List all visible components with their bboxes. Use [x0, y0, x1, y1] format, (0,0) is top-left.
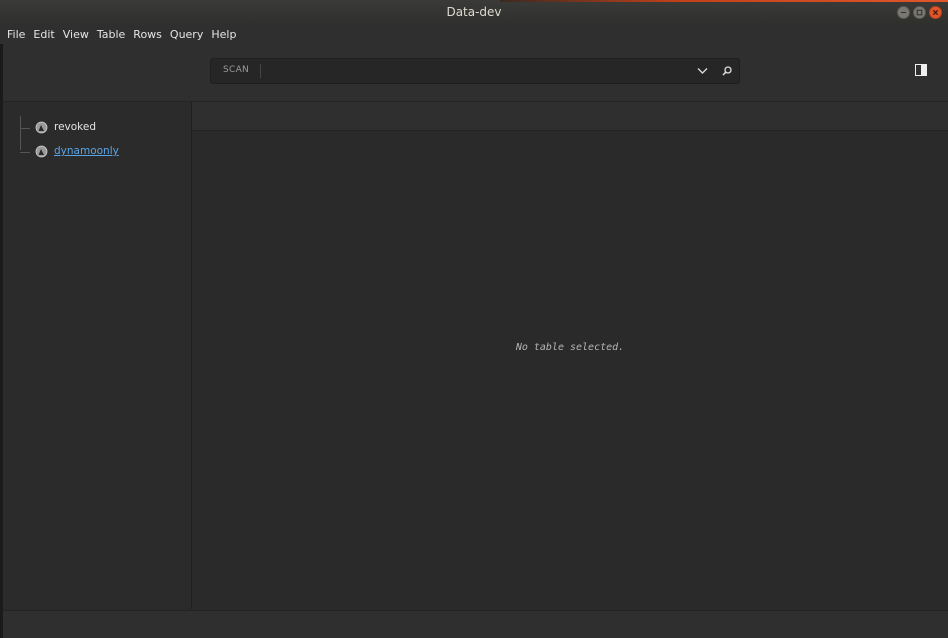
- tree-branch: [20, 128, 30, 129]
- empty-state-message: No table selected.: [515, 342, 625, 353]
- window-controls: [897, 6, 942, 19]
- menu-file[interactable]: File: [0, 28, 29, 41]
- menu-rows[interactable]: Rows: [129, 28, 166, 41]
- database-sidebar: revoked dynamoonly: [3, 102, 192, 609]
- database-icon: [35, 121, 48, 134]
- tree-branch: [20, 152, 30, 153]
- status-bar: [3, 610, 948, 638]
- tree-item-revoked[interactable]: revoked: [20, 120, 190, 136]
- window-title: Data-dev: [446, 5, 502, 19]
- table-header-area: [192, 102, 948, 131]
- panel-toggle-icon[interactable]: [915, 64, 927, 76]
- app-window: Data-dev File Edit View Table Rows Query…: [0, 0, 948, 638]
- menu-query[interactable]: Query: [166, 28, 207, 41]
- title-bar: Data-dev: [0, 0, 948, 26]
- query-mode-label[interactable]: SCAN: [223, 65, 249, 75]
- menu-view[interactable]: View: [59, 28, 93, 41]
- desktop-background-edge: [500, 0, 948, 2]
- tree-item-dynamoonly[interactable]: dynamoonly: [20, 144, 190, 160]
- main-content: No table selected.: [192, 131, 948, 609]
- minimize-button[interactable]: [897, 6, 910, 19]
- close-button[interactable]: [929, 6, 942, 19]
- menu-bar: File Edit View Table Rows Query Help: [0, 25, 948, 44]
- database-icon: [35, 145, 48, 158]
- chevron-down-icon[interactable]: [696, 65, 709, 77]
- menu-table[interactable]: Table: [93, 28, 129, 41]
- query-bar-divider: [260, 64, 261, 78]
- menu-help[interactable]: Help: [207, 28, 240, 41]
- menu-edit[interactable]: Edit: [29, 28, 58, 41]
- tree-item-label[interactable]: dynamoonly: [54, 145, 119, 157]
- search-icon[interactable]: [721, 65, 733, 77]
- tree-item-label[interactable]: revoked: [54, 121, 96, 133]
- maximize-button[interactable]: [913, 6, 926, 19]
- query-bar[interactable]: SCAN: [210, 58, 740, 84]
- toolbar: SCAN: [3, 44, 948, 102]
